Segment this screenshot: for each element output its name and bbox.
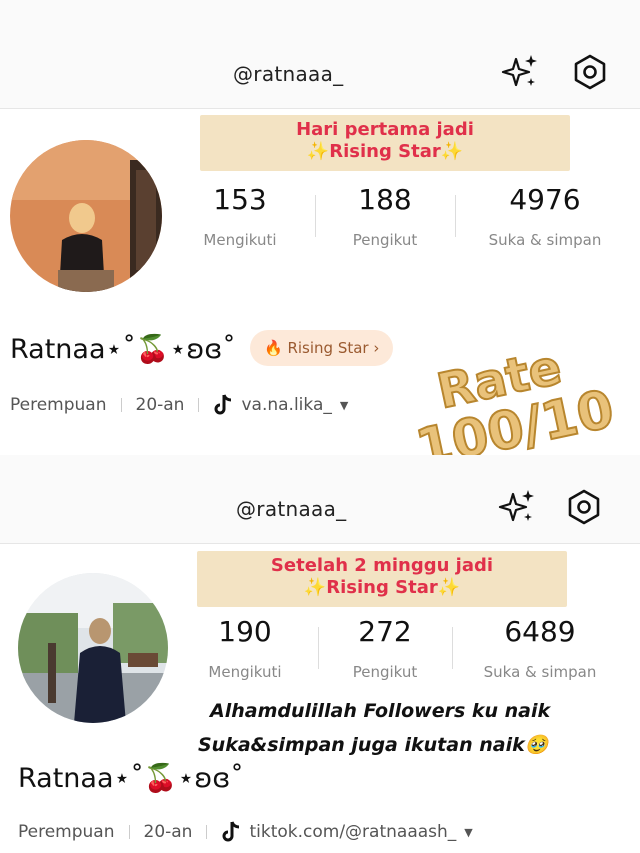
- caption-banner-two-weeks: Setelah 2 minggu jadi ✨Rising Star✨: [197, 551, 567, 607]
- likes-saves-count[interactable]: 4976: [480, 183, 610, 216]
- followers-count[interactable]: 272: [330, 615, 440, 648]
- banner-line-2: ✨Rising Star✨: [306, 141, 464, 162]
- gender-label: Perempuan: [18, 822, 115, 842]
- likes-saves-label: Suka & simpan: [488, 231, 602, 249]
- stat-divider: [315, 195, 316, 237]
- sparkle-icon[interactable]: [495, 485, 539, 529]
- profile-handle: @ratnaaa_: [233, 62, 344, 86]
- stat-divider: [452, 627, 453, 669]
- meta-separator: [198, 398, 200, 412]
- following-label: Mengikuti: [203, 231, 277, 249]
- likes-saves-count[interactable]: 6489: [475, 615, 605, 648]
- linked-account[interactable]: va.na.lika_: [241, 395, 331, 415]
- dropdown-caret-icon[interactable]: ▼: [340, 399, 348, 412]
- profile-meta-row: Perempuan 20-an va.na.lika_ ▼: [10, 394, 348, 416]
- top-bar: @ratnaaa_: [0, 0, 640, 109]
- top-bar: @ratnaaa_: [0, 455, 640, 544]
- followers-label: Pengikut: [352, 663, 418, 681]
- sparkle-icon[interactable]: [498, 50, 542, 94]
- linked-account[interactable]: tiktok.com/@ratnaaash_: [249, 822, 456, 842]
- age-label: 20-an: [135, 395, 185, 415]
- profile-meta-row: Perempuan 20-an tiktok.com/@ratnaaash_ ▼: [18, 821, 473, 843]
- settings-hexagon-icon[interactable]: [562, 485, 606, 529]
- settings-hexagon-icon[interactable]: [568, 50, 612, 94]
- caption-line-2: Suka&simpan juga ikutan naik🥹: [198, 734, 549, 756]
- likes-saves-label: Suka & simpan: [483, 663, 597, 681]
- banner-line-1: Hari pertama jadi: [296, 119, 474, 140]
- stat-divider: [318, 627, 319, 669]
- followers-label: Pengikut: [352, 231, 418, 249]
- avatar[interactable]: [10, 140, 162, 292]
- meta-separator: [120, 398, 122, 412]
- rising-star-badge[interactable]: 🔥 Rising Star ›: [250, 330, 394, 366]
- tiktok-icon: [221, 821, 241, 843]
- caption-banner-first-day: Hari pertama jadi ✨Rising Star✨: [200, 115, 570, 171]
- following-count[interactable]: 153: [185, 183, 295, 216]
- caption-line-1: Alhamdulillah Followers ku naik: [210, 700, 551, 722]
- dropdown-caret-icon[interactable]: ▼: [464, 826, 472, 839]
- meta-separator: [206, 825, 208, 839]
- profile-handle: @ratnaaa_: [236, 497, 347, 521]
- meta-separator: [128, 825, 130, 839]
- stat-divider: [455, 195, 456, 237]
- banner-line-2: ✨Rising Star✨: [303, 577, 461, 598]
- profile-name: Ratnaa⋆˚🍒⋆ʚɞ˚: [18, 763, 244, 794]
- tiktok-icon: [213, 394, 233, 416]
- banner-line-1: Setelah 2 minggu jadi: [270, 555, 494, 576]
- followers-count[interactable]: 188: [330, 183, 440, 216]
- gender-label: Perempuan: [10, 395, 107, 415]
- following-label: Mengikuti: [208, 663, 282, 681]
- age-label: 20-an: [143, 822, 193, 842]
- profile-name: Ratnaa⋆˚🍒⋆ʚɞ˚: [10, 334, 236, 365]
- avatar[interactable]: [18, 573, 168, 723]
- following-count[interactable]: 190: [190, 615, 300, 648]
